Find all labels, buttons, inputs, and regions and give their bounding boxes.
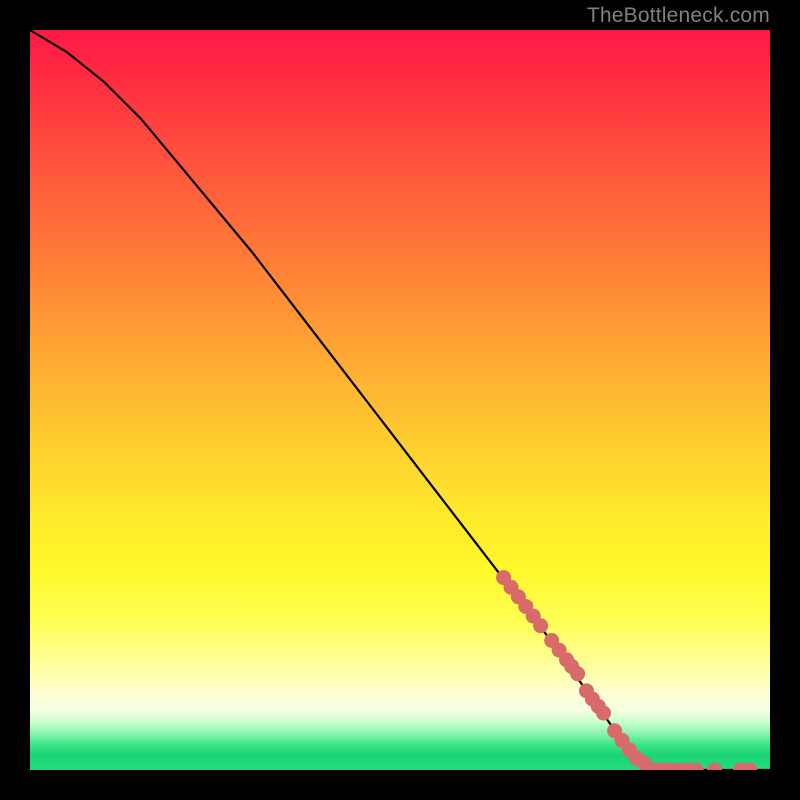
data-marker [743,763,758,771]
plot-area [30,30,770,770]
attribution-text: TheBottleneck.com [587,4,770,28]
data-marker [533,618,548,633]
data-marker [570,666,585,681]
chart-svg [30,30,770,770]
curve-line [30,30,770,770]
data-marker [707,763,722,771]
chart-frame: TheBottleneck.com [0,0,800,800]
data-marker [596,706,611,721]
markers-group [496,570,757,770]
